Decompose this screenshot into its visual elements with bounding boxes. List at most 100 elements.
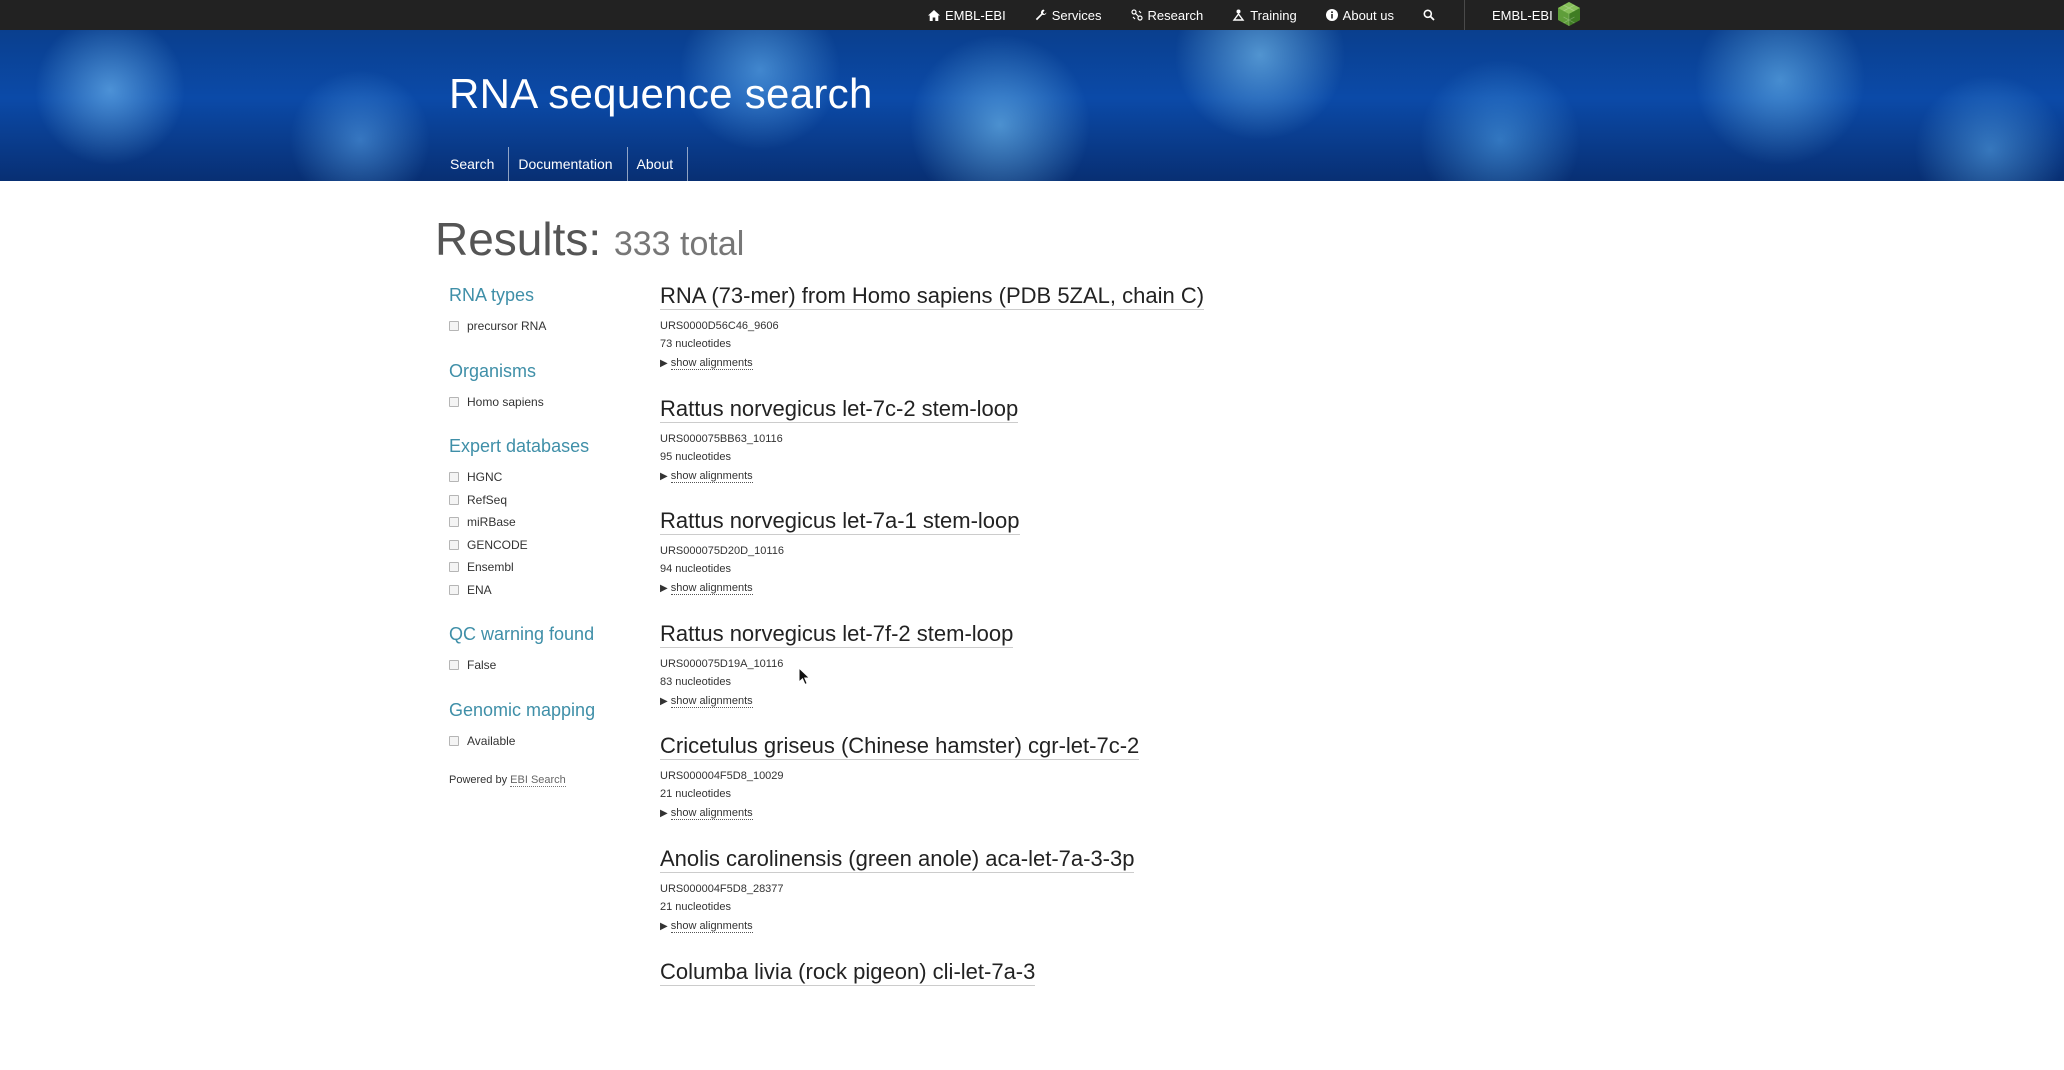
facets-sidebar: RNA types precursor RNA Organisms Homo s… [449,284,649,787]
result-length: 95 nucleotides [660,450,731,463]
facet-option-refseq[interactable]: RefSeq [449,489,649,512]
list-item: Rattus norvegicus let-7a-1 stem-loop URS… [660,507,1360,620]
training-icon [1232,9,1245,21]
result-title-link[interactable]: Rattus norvegicus let-7f-2 stem-loop [660,620,1014,648]
facet-option-precursor-rna[interactable]: precursor RNA [449,315,649,338]
list-item: Anolis carolinensis (green anole) aca-le… [660,845,1360,958]
show-alignments-label: show alignments [670,357,753,370]
facet-option-homo-sapiens[interactable]: Homo sapiens [449,391,649,414]
facet-checkbox[interactable] [449,321,459,332]
facet-checkbox[interactable] [449,517,459,528]
result-length: 73 nucleotides [660,338,731,350]
result-id: URS000004F5D8_28377 [660,882,784,895]
result-length: 94 nucleotides [660,563,731,576]
wrench-icon [1035,9,1047,21]
embl-ebi-brand-link[interactable]: EMBL-EBI [1492,1,1581,30]
show-alignments-toggle[interactable]: ▶ show alignments [660,467,753,486]
result-length: 83 nucleotides [660,675,731,688]
facet-title: Expert databases [449,436,590,456]
global-top-bar: EMBL-EBI Services Research Training Abou… [0,0,2064,30]
tab-about[interactable]: About [628,147,689,181]
info-icon [1325,9,1338,21]
show-alignments-toggle[interactable]: ▶ show alignments [660,354,753,373]
list-item: RNA (73-mer) from Homo sapiens (PDB 5ZAL… [660,282,1360,395]
result-title-link[interactable]: Cricetulus griseus (Chinese hamster) cgr… [660,732,1140,761]
list-item: Rattus norvegicus let-7f-2 stem-loop URS… [660,620,1360,733]
tab-documentation[interactable]: Documentation [509,147,628,181]
show-alignments-label: show alignments [670,469,753,483]
hero-banner: RNA sequence search Search Documentation… [0,30,2064,181]
powered-by: Powered by EBI Search [449,774,649,787]
nav-training-link[interactable]: Training [1232,7,1297,23]
facet-title: RNA types [449,285,535,305]
show-alignments-toggle[interactable]: ▶ show alignments [660,917,753,936]
result-title-link[interactable]: Rattus norvegicus let-7a-1 stem-loop [660,507,1020,536]
result-id: URS000004F5D8_10029 [660,770,784,783]
facet-title: Genomic mapping [449,699,596,720]
show-alignments-toggle[interactable]: ▶ show alignments [660,692,753,711]
show-alignments-label: show alignments [670,694,753,708]
nav-embl-ebi-label: EMBL-EBI [945,7,1006,23]
result-title-link[interactable]: Anolis carolinensis (green anole) aca-le… [660,845,1135,873]
list-item: Cricetulus griseus (Chinese hamster) cgr… [660,732,1360,845]
tab-search[interactable]: Search [441,147,510,181]
results-label: Results: [435,213,602,265]
nav-about-us-label: About us [1342,7,1394,23]
nav-research-label: Research [1147,7,1204,23]
facet-option-gencode[interactable]: GENCODE [449,534,649,557]
list-item: Columba livia (rock pigeon) cli-let-7a-3 [660,958,1360,1070]
nav-about-us-link[interactable]: About us [1325,7,1394,23]
facet-checkbox[interactable] [449,396,459,407]
facet-checkbox[interactable] [449,735,459,746]
results-total-count: 333 total [613,225,745,263]
facet-qc-warning: QC warning found False [449,623,649,677]
triangle-right-icon: ▶ [660,583,668,595]
nav-research-link[interactable]: Research [1130,7,1204,23]
facet-option-false[interactable]: False [449,654,649,677]
facet-option-ena[interactable]: ENA [449,579,649,602]
facet-option-hgnc[interactable]: HGNC [449,466,649,489]
brand-label: EMBL-EBI [1492,7,1553,23]
local-nav: Search Documentation About [441,147,689,181]
facet-option-available[interactable]: Available [449,730,649,753]
facet-checkbox[interactable] [449,472,459,483]
nav-embl-ebi-link[interactable]: EMBL-EBI [928,8,1006,23]
triangle-right-icon: ▶ [660,358,668,369]
facet-organisms: Organisms Homo sapiens [449,360,649,414]
facet-checkbox[interactable] [449,660,459,671]
show-alignments-toggle[interactable]: ▶ show alignments [660,804,753,823]
facet-option-label: False [467,658,497,673]
result-id: URS000075BB63_10116 [660,432,783,445]
facet-option-ensembl[interactable]: Ensembl [449,556,649,579]
facet-title: QC warning found [449,624,595,644]
facet-option-label: RefSeq [467,492,508,507]
facet-option-label: precursor RNA [467,319,547,334]
facet-title: Organisms [449,360,537,381]
show-alignments-toggle[interactable]: ▶ show alignments [660,579,753,598]
facet-option-label: GENCODE [467,537,528,552]
facet-rna-types: RNA types precursor RNA [449,284,649,338]
nav-divider [1464,0,1465,30]
facet-expert-databases: Expert databases HGNC RefSeq miRBase GEN… [449,435,649,601]
facet-option-mirbase[interactable]: miRBase [449,511,649,534]
result-title-link[interactable]: Rattus norvegicus let-7c-2 stem-loop [660,395,1019,423]
global-nav: EMBL-EBI Services Research Training Abou… [928,0,1581,30]
nav-training-label: Training [1250,7,1297,23]
ebi-search-link[interactable]: EBI Search [510,774,566,787]
embl-ebi-logo-icon [1557,1,1581,30]
nav-services-link[interactable]: Services [1035,8,1102,23]
triangle-right-icon: ▶ [660,920,668,932]
list-item: Rattus norvegicus let-7c-2 stem-loop URS… [660,395,1360,508]
show-alignments-label: show alignments [670,807,753,821]
global-search-button[interactable] [1423,9,1435,21]
facet-option-label: Ensembl [467,560,514,575]
facet-checkbox[interactable] [449,494,459,505]
result-title-link[interactable]: RNA (73-mer) from Homo sapiens (PDB 5ZAL… [660,282,1205,310]
facet-checkbox[interactable] [449,539,459,550]
facet-option-label: Available [467,733,516,748]
triangle-right-icon: ▶ [660,808,668,820]
facet-option-label: miRBase [467,515,516,530]
facet-checkbox[interactable] [449,562,459,573]
facet-option-label: Homo sapiens [467,394,544,409]
facet-checkbox[interactable] [449,584,459,595]
